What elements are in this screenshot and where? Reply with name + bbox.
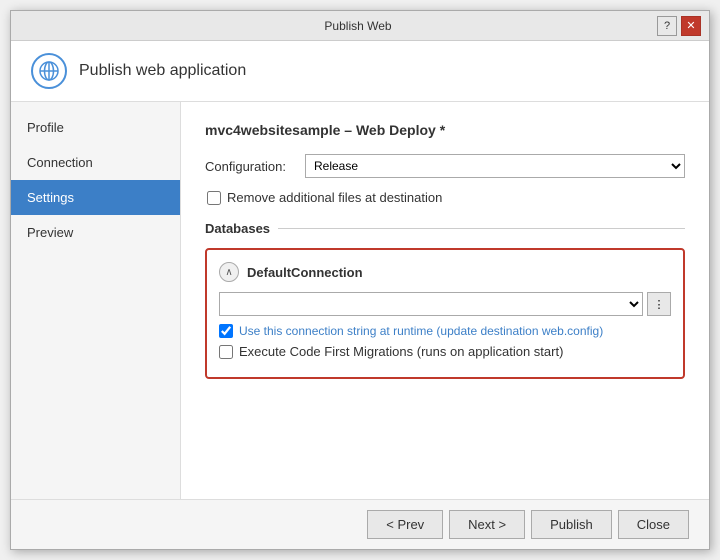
config-select[interactable]: Release bbox=[305, 154, 685, 178]
remove-files-row: Remove additional files at destination bbox=[207, 190, 685, 205]
publish-button[interactable]: Publish bbox=[531, 510, 612, 539]
next-button[interactable]: Next > bbox=[449, 510, 525, 539]
remove-files-label: Remove additional files at destination bbox=[227, 190, 442, 205]
publish-web-dialog: Publish Web ? ✕ Publish web application … bbox=[10, 10, 710, 550]
config-label: Configuration: bbox=[205, 159, 295, 174]
sidebar: Profile Connection Settings Preview bbox=[11, 102, 181, 499]
title-bar-buttons: ? ✕ bbox=[657, 16, 701, 36]
section-title: mvc4websitesample – Web Deploy * bbox=[205, 122, 685, 138]
db-input-row: ⋮ bbox=[219, 292, 671, 316]
globe-icon bbox=[31, 53, 67, 89]
content-area: Profile Connection Settings Preview mvc4… bbox=[11, 102, 709, 499]
sidebar-item-preview[interactable]: Preview bbox=[11, 215, 180, 250]
sidebar-item-connection[interactable]: Connection bbox=[11, 145, 180, 180]
close-title-button[interactable]: ✕ bbox=[681, 16, 701, 36]
db-browse-button[interactable]: ⋮ bbox=[647, 292, 671, 316]
sidebar-item-settings[interactable]: Settings bbox=[11, 180, 180, 215]
main-panel: mvc4websitesample – Web Deploy * Configu… bbox=[181, 102, 709, 499]
db-group: ∧ DefaultConnection ⋮ Use this connectio… bbox=[205, 248, 685, 379]
sidebar-item-profile[interactable]: Profile bbox=[11, 110, 180, 145]
use-connection-string-label: Use this connection string at runtime (u… bbox=[239, 324, 603, 338]
header-area: Publish web application bbox=[11, 41, 709, 102]
execute-migrations-row: Execute Code First Migrations (runs on a… bbox=[219, 344, 671, 359]
remove-files-checkbox[interactable] bbox=[207, 191, 221, 205]
close-button[interactable]: Close bbox=[618, 510, 689, 539]
prev-button[interactable]: < Prev bbox=[367, 510, 443, 539]
footer: < Prev Next > Publish Close bbox=[11, 499, 709, 549]
use-connection-string-row: Use this connection string at runtime (u… bbox=[219, 324, 671, 338]
db-connection-string-input[interactable] bbox=[219, 292, 643, 316]
config-row: Configuration: Release bbox=[205, 154, 685, 178]
databases-section: Databases ∧ DefaultConnection ⋮ bbox=[205, 221, 685, 379]
help-button[interactable]: ? bbox=[657, 16, 677, 36]
execute-migrations-label: Execute Code First Migrations (runs on a… bbox=[239, 344, 563, 359]
use-connection-string-checkbox[interactable] bbox=[219, 324, 233, 338]
db-group-header: ∧ DefaultConnection bbox=[219, 262, 671, 282]
execute-migrations-checkbox[interactable] bbox=[219, 345, 233, 359]
databases-title: Databases bbox=[205, 221, 685, 236]
db-collapse-button[interactable]: ∧ bbox=[219, 262, 239, 282]
title-bar: Publish Web ? ✕ bbox=[11, 11, 709, 41]
db-name: DefaultConnection bbox=[247, 265, 363, 280]
header-title: Publish web application bbox=[79, 62, 246, 80]
dialog-title: Publish Web bbox=[59, 19, 657, 33]
